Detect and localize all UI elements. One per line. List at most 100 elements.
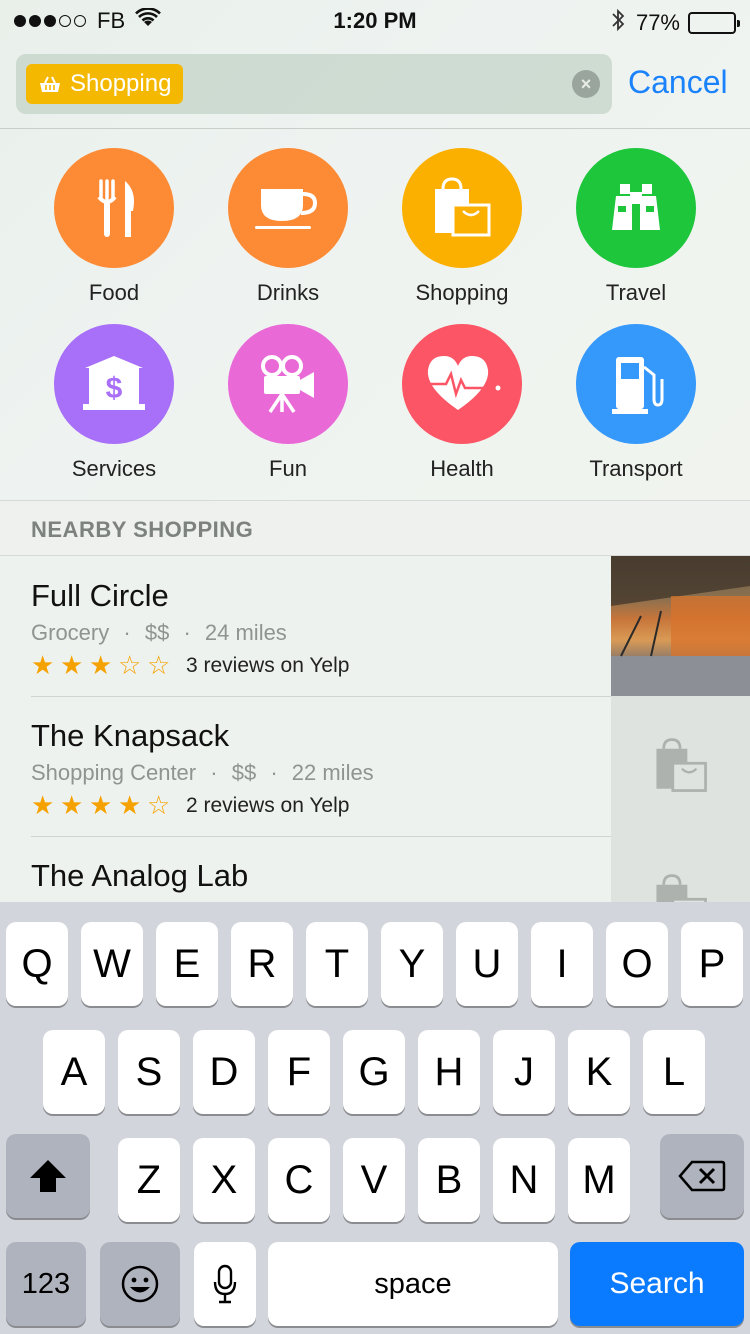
clear-icon[interactable]: × (572, 70, 600, 98)
dictation-key[interactable] (194, 1242, 256, 1326)
result-category: Shopping Center (31, 760, 197, 785)
divider (0, 128, 750, 129)
result-thumbnail[interactable] (611, 836, 750, 902)
result-photo[interactable] (611, 556, 750, 696)
battery-percent: 77% (635, 10, 680, 35)
key-c[interactable]: C (268, 1138, 330, 1222)
key-y[interactable]: Y (381, 922, 443, 1006)
emoji-key[interactable] (100, 1242, 180, 1326)
rating-stars: ★ ★ ★ ☆ ☆ 3 reviews on Yelp (31, 650, 349, 681)
fork-knife-icon (97, 179, 134, 237)
shift-key[interactable] (6, 1134, 90, 1218)
key-v[interactable]: V (343, 1138, 405, 1222)
star-icon: ★ (89, 790, 113, 820)
category-food-circle (54, 148, 174, 268)
key-i[interactable]: I (531, 922, 593, 1006)
star-icon: ☆ (147, 790, 171, 820)
key-g[interactable]: G (343, 1030, 405, 1114)
result-subtitle: Shopping Center · $$ · 22 miles (31, 760, 374, 786)
category-drinks[interactable]: Drinks (201, 148, 375, 306)
category-drinks-circle (228, 148, 348, 268)
category-label: Travel (605, 280, 667, 305)
status-right: 77% (610, 8, 740, 38)
search-button[interactable]: Search (570, 1242, 744, 1326)
key-a[interactable]: A (43, 1030, 105, 1114)
key-x[interactable]: X (193, 1138, 255, 1222)
key-e[interactable]: E (156, 922, 218, 1006)
cancel-button[interactable]: Cancel (628, 64, 728, 101)
list-item[interactable]: Full Circle Grocery · $$ · 24 miles ★ ★ … (0, 556, 750, 696)
key-b[interactable]: B (418, 1138, 480, 1222)
category-shopping[interactable]: Shopping (375, 148, 549, 306)
separator-dot: · (123, 620, 131, 645)
result-price: $$ (231, 760, 257, 785)
result-subtitle: Grocery · $$ · 24 miles (31, 620, 287, 646)
result-title: The Knapsack (31, 718, 230, 753)
separator-dot: · (183, 620, 191, 645)
category-services[interactable]: $ Services (27, 324, 201, 482)
results-list[interactable]: Full Circle Grocery · $$ · 24 miles ★ ★ … (0, 556, 750, 902)
category-health-circle (402, 324, 522, 444)
result-thumbnail[interactable] (611, 696, 750, 836)
delete-key[interactable] (660, 1134, 744, 1218)
category-shopping-circle (402, 148, 522, 268)
heart-icon (427, 356, 501, 410)
star-icon: ★ (118, 790, 142, 820)
search-token-label: Shopping (70, 70, 172, 97)
category-label: Fun (269, 456, 307, 481)
search-field[interactable]: Shopping × (16, 54, 612, 114)
coffee-cup-icon (255, 189, 318, 229)
key-o[interactable]: O (606, 922, 668, 1006)
key-w[interactable]: W (81, 922, 143, 1006)
shopping-bag-icon (655, 738, 707, 792)
category-health[interactable]: Health (375, 324, 549, 482)
result-distance: 22 miles (291, 760, 374, 785)
review-count: 3 reviews on Yelp (186, 653, 350, 677)
key-q[interactable]: Q (6, 922, 68, 1006)
list-item[interactable]: The Analog Lab (0, 836, 750, 902)
result-price: $$ (144, 620, 170, 645)
key-f[interactable]: F (268, 1030, 330, 1114)
fuel-pump-icon (612, 357, 664, 414)
section-header: NEARBY SHOPPING (0, 500, 750, 556)
space-key[interactable]: space (268, 1242, 558, 1326)
category-travel[interactable]: Travel (549, 148, 723, 306)
search-token[interactable]: Shopping (26, 64, 184, 104)
category-transport-circle (576, 324, 696, 444)
key-h[interactable]: H (418, 1030, 480, 1114)
key-n[interactable]: N (493, 1138, 555, 1222)
movie-camera-icon (261, 355, 314, 413)
key-u[interactable]: U (456, 922, 518, 1006)
basket-icon (40, 76, 60, 92)
key-m[interactable]: M (568, 1138, 630, 1222)
result-title: Full Circle (31, 578, 169, 613)
key-s[interactable]: S (118, 1030, 180, 1114)
key-p[interactable]: P (681, 922, 743, 1006)
key-z[interactable]: Z (118, 1138, 180, 1222)
emoji-icon (121, 1265, 159, 1303)
numbers-key[interactable]: 123 (6, 1242, 86, 1326)
bluetooth-icon (610, 8, 626, 38)
separator-dot: · (210, 760, 218, 785)
list-item[interactable]: The Knapsack Shopping Center · $$ · 22 m… (0, 696, 750, 836)
key-d[interactable]: D (193, 1030, 255, 1114)
key-r[interactable]: R (231, 922, 293, 1006)
key-l[interactable]: L (643, 1030, 705, 1114)
category-food[interactable]: Food (27, 148, 201, 306)
battery-nub (737, 20, 740, 27)
category-transport[interactable]: Transport (549, 324, 723, 482)
category-label: Health (430, 456, 494, 481)
category-label: Transport (589, 456, 683, 481)
category-label: Services (71, 456, 157, 481)
key-t[interactable]: T (306, 922, 368, 1006)
key-k[interactable]: K (568, 1030, 630, 1114)
category-label: Drinks (256, 280, 320, 305)
result-distance: 24 miles (204, 620, 287, 645)
category-fun[interactable]: Fun (201, 324, 375, 482)
microphone-icon (213, 1264, 237, 1304)
backspace-icon (678, 1160, 726, 1192)
shopping-bag-icon (435, 177, 491, 237)
star-icon: ☆ (147, 650, 171, 680)
key-j[interactable]: J (493, 1030, 555, 1114)
review-count: 2 reviews on Yelp (186, 793, 350, 817)
